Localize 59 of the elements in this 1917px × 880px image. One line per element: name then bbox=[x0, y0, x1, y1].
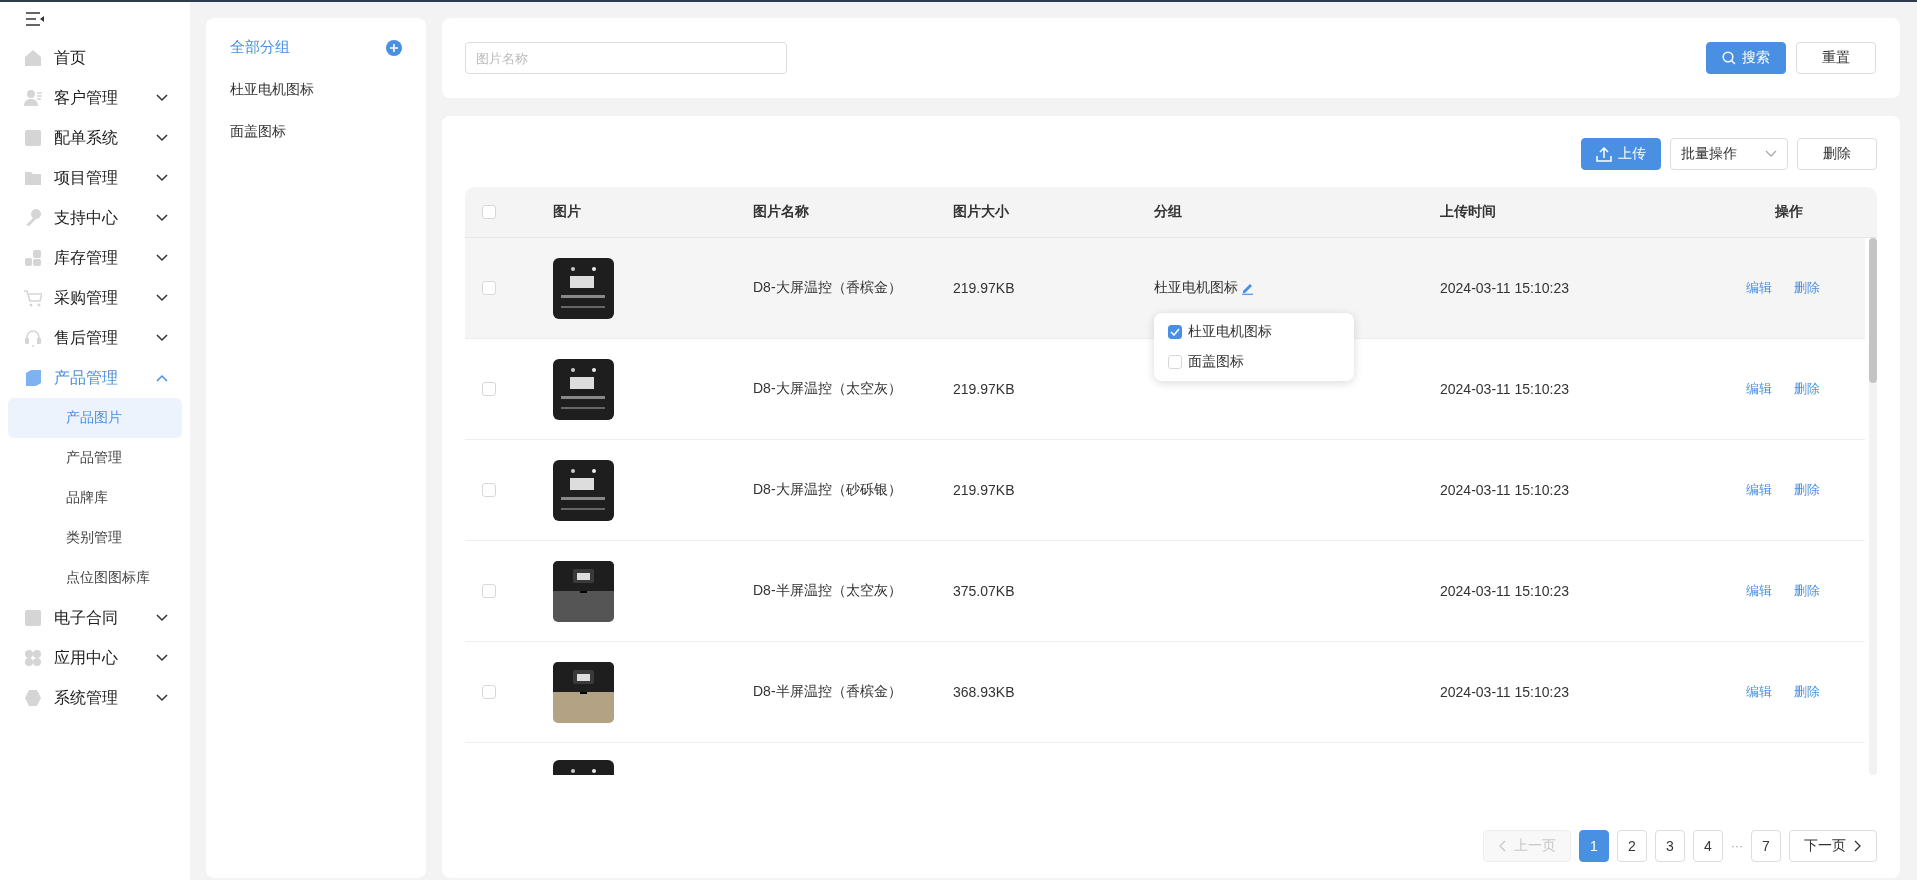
group-option[interactable]: 面盖图标 bbox=[1168, 351, 1340, 373]
sidebar-item[interactable]: 支持中心 bbox=[0, 198, 190, 238]
group-item[interactable]: 杜亚电机图标 bbox=[230, 81, 402, 99]
sidebar-item[interactable]: 首页 bbox=[0, 38, 190, 78]
page-button[interactable]: 2 bbox=[1617, 830, 1647, 862]
sidebar-subitem[interactable]: 类别管理 bbox=[8, 518, 182, 558]
table-cell-text: 2024-03-11 15:10:23 bbox=[1440, 583, 1570, 599]
table-cell-text: 375.07KB bbox=[953, 583, 1016, 599]
action-link[interactable]: 编辑 bbox=[1745, 481, 1772, 499]
action-link[interactable]: 删除 bbox=[1793, 380, 1820, 398]
sidebar-item[interactable]: 采购管理 bbox=[0, 278, 190, 318]
batch-select[interactable]: 批量操作 bbox=[1670, 138, 1788, 170]
table-cell-text: 368.93KB bbox=[953, 684, 1016, 700]
action-link[interactable]: 编辑 bbox=[1745, 380, 1772, 398]
next-page-button[interactable]: 下一页 bbox=[1789, 830, 1877, 862]
sidebar-item[interactable]: 售后管理 bbox=[0, 318, 190, 358]
sidebar-item[interactable]: 客户管理 bbox=[0, 78, 190, 118]
group-item[interactable]: 面盖图标 bbox=[230, 123, 402, 141]
page-button[interactable]: 3 bbox=[1655, 830, 1685, 862]
action-link[interactable]: 编辑 bbox=[1745, 683, 1772, 701]
sidebar-item[interactable]: 应用中心 bbox=[0, 638, 190, 678]
delete-button[interactable]: 删除 bbox=[1797, 138, 1877, 170]
action-link[interactable]: 删除 bbox=[1793, 683, 1820, 701]
sidebar-item[interactable]: 项目管理 bbox=[0, 158, 190, 198]
column-header: 图片 bbox=[553, 203, 582, 221]
page-button[interactable]: 7 bbox=[1751, 830, 1781, 862]
sidebar-item[interactable]: 库存管理 bbox=[0, 238, 190, 278]
action-link[interactable]: 删除 bbox=[1793, 481, 1820, 499]
page-ellipsis: ··· bbox=[1731, 839, 1743, 853]
table-cell-text: 219.97KB bbox=[953, 482, 1016, 498]
table-cell-text: 219.97KB bbox=[953, 381, 1016, 397]
action-link[interactable]: 删除 bbox=[1793, 582, 1820, 600]
table-cell-text: D8-大屏温控（砂砾银） bbox=[753, 481, 903, 499]
group-option[interactable]: 杜亚电机图标 bbox=[1168, 321, 1340, 343]
column-header: 操作 bbox=[1773, 203, 1804, 221]
sidebar-item[interactable]: 电子合同 bbox=[0, 598, 190, 638]
sidebar-subitem[interactable]: 点位图图标库 bbox=[8, 558, 182, 598]
reset-button[interactable]: 重置 bbox=[1796, 42, 1876, 74]
table-cell-text: D8-大屏温控（太空灰） bbox=[753, 380, 903, 398]
table-cell-text: 2024-03-11 15:10:23 bbox=[1440, 482, 1570, 498]
column-header: 上传时间 bbox=[1440, 203, 1497, 221]
sidebar-subitem[interactable]: 产品管理 bbox=[8, 438, 182, 478]
column-header: 图片大小 bbox=[953, 203, 1010, 221]
table-cell-text: 219.97KB bbox=[953, 280, 1016, 296]
table-cell-text: D8-半屏温控（太空灰） bbox=[753, 582, 903, 600]
table-cell: 杜亚电机图标 bbox=[1154, 279, 1238, 297]
table-cell-text: D8-半屏温控（香槟金） bbox=[753, 683, 903, 701]
page-button[interactable]: 4 bbox=[1693, 830, 1723, 862]
sidebar-subitem[interactable]: 品牌库 bbox=[8, 478, 182, 518]
table-cell-text: 2024-03-11 15:10:23 bbox=[1440, 381, 1570, 397]
column-header: 图片名称 bbox=[753, 203, 810, 221]
search-field[interactable]: 图片名称 bbox=[465, 42, 787, 74]
table-cell-text: 2024-03-11 15:10:23 bbox=[1440, 684, 1570, 700]
action-link[interactable]: 编辑 bbox=[1745, 582, 1772, 600]
table-cell-text: 2024-03-11 15:10:23 bbox=[1440, 280, 1570, 296]
sidebar-item[interactable]: 配单系统 bbox=[0, 118, 190, 158]
column-header: 分组 bbox=[1154, 203, 1183, 221]
table-cell-text: D8-大屏温控（香槟金） bbox=[753, 279, 903, 297]
sidebar-item[interactable]: 系统管理 bbox=[0, 678, 190, 718]
